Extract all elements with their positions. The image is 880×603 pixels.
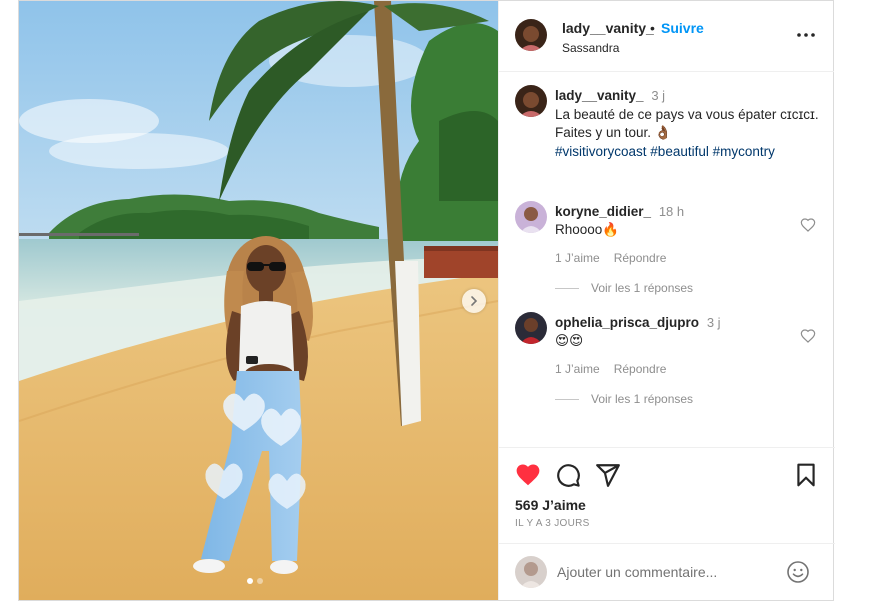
- more-icon: [797, 33, 815, 37]
- post-date: IL Y A 3 JOURS: [515, 518, 590, 529]
- carousel-indicator: [247, 578, 263, 584]
- reply-button[interactable]: Répondre: [614, 360, 667, 378]
- replies-divider: [555, 398, 579, 400]
- view-replies-button[interactable]: Voir les 1 réponses: [555, 281, 693, 295]
- caption-line-2: Faites y un tour. 👌🏾: [555, 125, 672, 140]
- author-avatar[interactable]: [515, 19, 547, 51]
- heart-filled-icon[interactable]: [515, 462, 541, 488]
- view-replies-label: Voir les 1 réponses: [591, 281, 694, 295]
- comment-input[interactable]: [557, 560, 777, 584]
- hashtag-link[interactable]: #beautiful: [650, 144, 709, 159]
- view-replies-button[interactable]: Voir les 1 réponses: [555, 392, 693, 406]
- comment-time[interactable]: 18 h: [659, 204, 684, 219]
- comment-time[interactable]: 3 j: [707, 315, 721, 330]
- emoji-icon[interactable]: [786, 560, 810, 584]
- caption-avatar[interactable]: [515, 85, 547, 117]
- post-actions: 569 J’aime IL Y A 3 JOURS: [499, 447, 835, 543]
- follow-button[interactable]: Suivre: [661, 20, 704, 36]
- next-photo-button[interactable]: [462, 289, 486, 313]
- caption-username[interactable]: lady__vanity_: [555, 88, 644, 103]
- post-photo[interactable]: [19, 1, 498, 600]
- heart-outline-icon[interactable]: [800, 328, 816, 344]
- post-side-panel: lady__vanity_ • Suivre Sassandra lady__v…: [498, 1, 835, 600]
- commenter-avatar[interactable]: [515, 201, 547, 233]
- comment-likes[interactable]: 1 J’aime: [555, 249, 600, 267]
- share-icon[interactable]: [595, 462, 621, 488]
- hashtag-link[interactable]: #visitivorycoast: [555, 144, 647, 159]
- post-location[interactable]: Sassandra: [562, 41, 619, 55]
- comment-icon[interactable]: [555, 462, 581, 488]
- carousel-dot: [257, 578, 263, 584]
- current-user-avatar: [515, 556, 547, 588]
- chevron-right-icon: [471, 296, 478, 306]
- caption-line-1: La beauté de ce pays va vous épater ᴄɪᴄɪ…: [555, 106, 819, 122]
- instagram-post: lady__vanity_ • Suivre Sassandra lady__v…: [18, 0, 835, 601]
- comment-text: 😍😍: [555, 333, 584, 348]
- carousel-dot-active: [247, 578, 253, 584]
- comment-username[interactable]: koryne_didier_: [555, 204, 651, 219]
- caption-time[interactable]: 3 j: [651, 88, 665, 103]
- view-replies-label: Voir les 1 réponses: [591, 392, 694, 406]
- comments-section[interactable]: lady__vanity_ 3 j La beauté de ce pays v…: [499, 73, 835, 445]
- replies-divider: [555, 287, 579, 289]
- more-options-button[interactable]: [794, 25, 818, 45]
- add-comment-bar: [499, 543, 835, 600]
- caption-hashtags: #visitivorycoast #beautiful #mycontry: [555, 143, 825, 162]
- beach-photo: [19, 1, 498, 600]
- commenter-avatar[interactable]: [515, 312, 547, 344]
- separator-bullet: •: [650, 20, 655, 36]
- likes-count[interactable]: 569 J’aime: [515, 497, 586, 513]
- comment-text: Rhoooo🔥: [555, 222, 620, 237]
- comment-likes[interactable]: 1 J’aime: [555, 360, 600, 378]
- hashtag-link[interactable]: #mycontry: [713, 144, 775, 159]
- bookmark-icon[interactable]: [793, 462, 819, 488]
- heart-outline-icon[interactable]: [800, 217, 816, 233]
- author-username[interactable]: lady__vanity_: [562, 20, 654, 36]
- post-header: lady__vanity_ • Suivre Sassandra: [499, 1, 834, 72]
- comment-username[interactable]: ophelia_prisca_djupro: [555, 315, 699, 330]
- reply-button[interactable]: Répondre: [614, 249, 667, 267]
